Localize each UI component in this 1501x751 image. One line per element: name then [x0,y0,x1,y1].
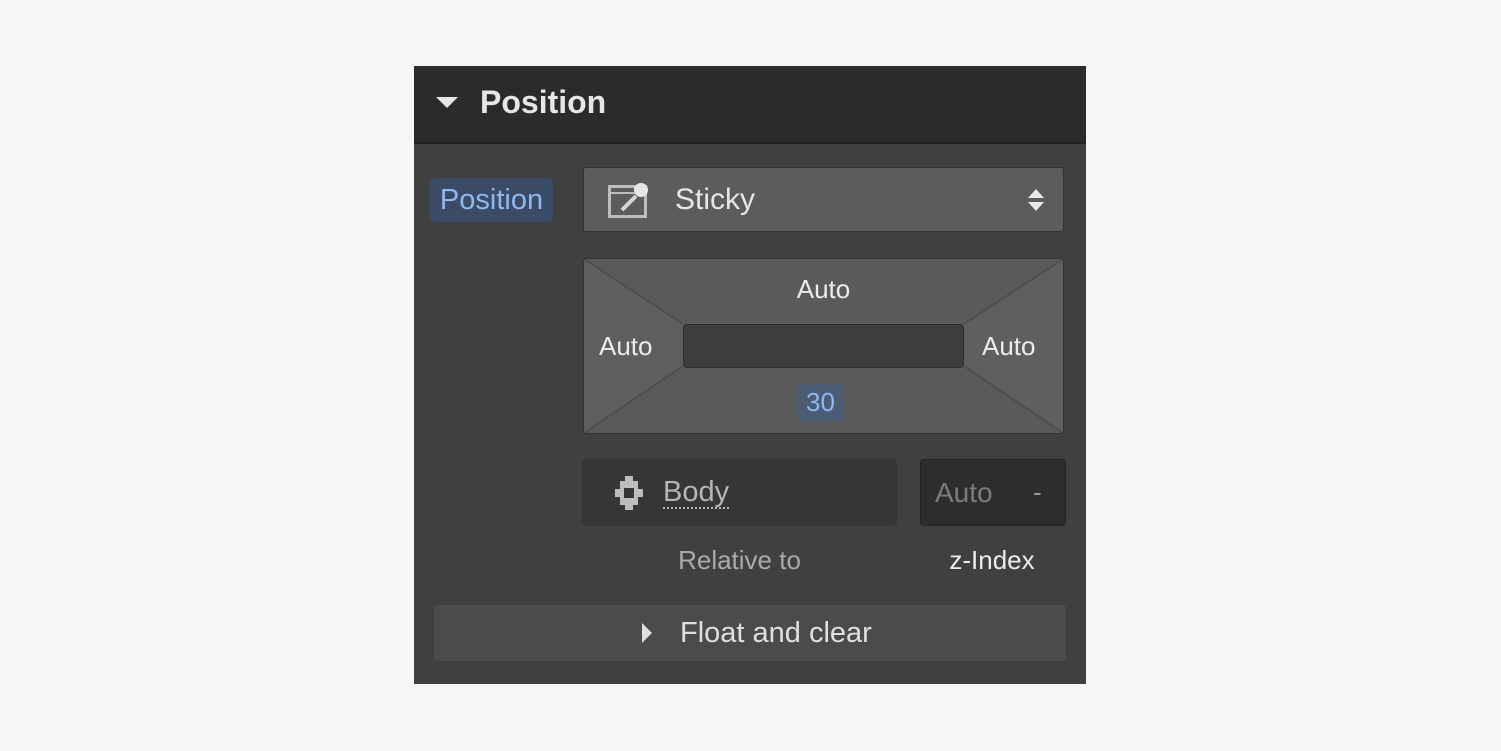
section-title: Position [480,84,607,120]
element-preview [683,324,964,368]
position-select[interactable]: Sticky [583,167,1064,232]
up-down-arrows-icon [1028,189,1044,211]
section-header[interactable]: Position [414,66,1086,144]
relative-to-value: Body [663,476,730,509]
z-index-value[interactable]: Auto [935,460,993,525]
offset-left[interactable]: Auto [599,331,653,362]
float-and-clear-section[interactable]: Float and clear [434,605,1066,661]
offset-bottom[interactable]: 30 [798,384,843,421]
relative-to-button[interactable]: Body [582,459,897,526]
z-index-stepper[interactable]: - [1033,460,1042,525]
caret-right-icon [642,623,652,643]
sticky-position-icon [608,183,648,218]
offset-right[interactable]: Auto [982,331,1036,362]
position-label[interactable]: Position [430,178,553,222]
offset-box: Auto Auto Auto 30 [583,258,1064,434]
offset-top[interactable]: Auto [584,274,1063,305]
position-select-value: Sticky [675,183,756,216]
float-and-clear-title: Float and clear [680,617,872,649]
caret-down-icon[interactable] [436,97,458,108]
z-index-caption: z-Index [949,545,1035,575]
relative-to-caption: Relative to [678,545,801,575]
position-panel: Position Position Sticky Auto Auto Auto … [414,66,1086,684]
body-element-icon [615,476,643,510]
z-index-input[interactable]: Auto - [920,459,1066,526]
